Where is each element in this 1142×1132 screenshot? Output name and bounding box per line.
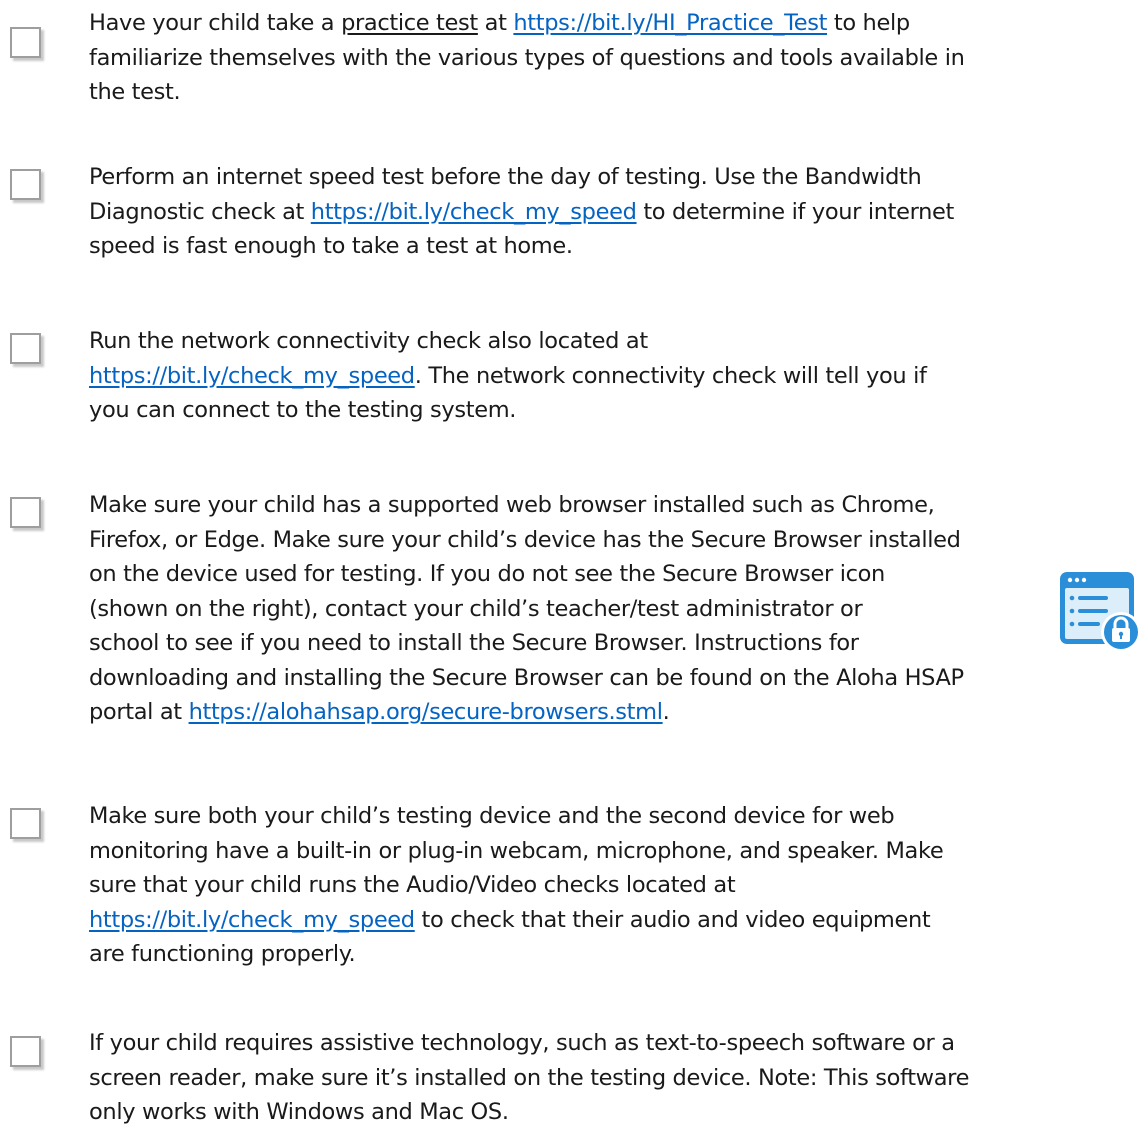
text-run: . The network connectivity check will te… bbox=[414, 362, 927, 389]
text-line: downloading and installing the Secure Br… bbox=[89, 664, 964, 691]
lock-keyhole-slot bbox=[1120, 634, 1122, 639]
text-line: Firefox, or Edge. Make sure your child’s… bbox=[89, 526, 961, 553]
text-line: only works with Windows and Mac OS. bbox=[89, 1099, 509, 1125]
check-speed-link[interactable]: https://bit.ly/check_my_speed bbox=[89, 363, 415, 389]
text-line: portal at https://alohahsap.org/secure-b… bbox=[89, 695, 1141, 730]
text-line: familiarize themselves with the various … bbox=[89, 44, 965, 71]
practice-test-text: practice test bbox=[341, 10, 478, 36]
text-line: sure that your child runs the Audio/Vide… bbox=[89, 872, 736, 898]
text-line: Diagnostic check at https://bit.ly/check… bbox=[89, 195, 1141, 230]
text-line: https://bit.ly/check_my_speed to check t… bbox=[89, 903, 1141, 938]
item-text: Perform an internet speed test before th… bbox=[89, 160, 1141, 264]
window-dot bbox=[1074, 577, 1080, 583]
text-line: monitoring have a built-in or plug-in we… bbox=[89, 837, 944, 864]
secure-browsers-link[interactable]: https://alohahsap.org/secure-browsers.st… bbox=[189, 699, 663, 725]
text-line: Perform an internet speed test before th… bbox=[89, 164, 922, 190]
check-speed-link[interactable]: https://bit.ly/check_my_speed bbox=[89, 907, 415, 933]
list-bullet bbox=[1069, 595, 1075, 601]
text-run: Have your child take a bbox=[89, 10, 342, 36]
check-speed-link[interactable]: https://bit.ly/check_my_speed bbox=[311, 199, 637, 225]
text-line: screen reader, make sure it’s installed … bbox=[89, 1064, 970, 1091]
text-run: Diagnostic check at bbox=[89, 198, 311, 225]
item-text: Have your child take a practice test at … bbox=[89, 6, 1141, 110]
list-line bbox=[1078, 609, 1108, 613]
window-dot bbox=[1081, 577, 1087, 583]
text-line: speed is fast enough to take a test at h… bbox=[89, 233, 573, 259]
text-line: on the device used for testing. If you d… bbox=[89, 561, 885, 587]
list-line bbox=[1078, 596, 1108, 600]
text-line: school to see if you need to install the… bbox=[89, 630, 859, 656]
text-line: https://bit.ly/check_my_speed. The netwo… bbox=[89, 359, 1141, 394]
text-run: . bbox=[662, 699, 670, 725]
text-line: Make sure your child has a supported web… bbox=[89, 492, 935, 518]
text-line: If your child requires assistive technol… bbox=[89, 1030, 955, 1056]
item-text: Make sure your child has a supported web… bbox=[89, 488, 1141, 730]
window-dot bbox=[1067, 577, 1073, 583]
text-run: portal at bbox=[89, 699, 189, 725]
text-line: Run the network connectivity check also … bbox=[89, 328, 648, 354]
practice-test-link[interactable]: https://bit.ly/HI_Practice_Test bbox=[513, 10, 827, 36]
item-text: If your child requires assistive technol… bbox=[89, 1026, 1141, 1130]
list-bullet bbox=[1069, 608, 1075, 614]
text-run: to check that their audio and video equi… bbox=[414, 906, 931, 933]
text-line: (shown on the right), contact your child… bbox=[89, 595, 863, 622]
text-line: Make sure both your child’s testing devi… bbox=[89, 803, 895, 829]
list-line bbox=[1078, 622, 1100, 626]
text-run: at bbox=[477, 10, 514, 36]
checkbox-icon[interactable] bbox=[10, 808, 41, 839]
text-run: to determine if your internet bbox=[636, 198, 955, 225]
text-line: the test. bbox=[89, 79, 181, 105]
checkbox-icon[interactable] bbox=[10, 27, 41, 58]
text-line: Have your child take a practice test at … bbox=[89, 6, 1141, 41]
list-bullet bbox=[1069, 621, 1075, 627]
checkbox-icon[interactable] bbox=[10, 497, 41, 528]
checkbox-icon[interactable] bbox=[10, 169, 41, 200]
text-run: to help bbox=[827, 10, 910, 36]
text-line: are functioning properly. bbox=[89, 941, 356, 967]
item-text: Make sure both your child’s testing devi… bbox=[89, 799, 1141, 972]
text-line: you can connect to the testing system. bbox=[89, 397, 517, 423]
item-text: Run the network connectivity check also … bbox=[89, 324, 1141, 428]
secure-browser-lock-icon bbox=[1060, 572, 1141, 652]
checkbox-icon[interactable] bbox=[10, 333, 41, 364]
checkbox-icon[interactable] bbox=[10, 1036, 41, 1067]
